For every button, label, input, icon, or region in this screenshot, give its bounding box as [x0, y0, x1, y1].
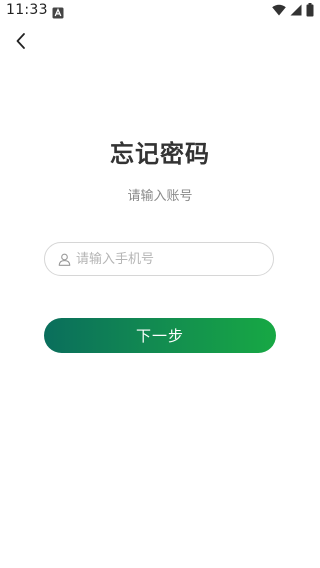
- chevron-left-icon: [14, 32, 28, 54]
- battery-icon: [306, 3, 314, 17]
- wifi-icon: [272, 4, 286, 16]
- page-title: 忘记密码: [110, 140, 210, 168]
- phone-field[interactable]: [44, 242, 274, 276]
- status-bar: 11:33: [0, 0, 320, 22]
- phone-input[interactable]: [76, 244, 259, 274]
- status-time: 11:33: [6, 2, 48, 18]
- notification-a-icon: [52, 4, 64, 19]
- back-button[interactable]: [8, 30, 34, 56]
- cellular-signal-icon: [290, 4, 302, 16]
- user-icon: [57, 252, 71, 266]
- page-subtitle: 请输入账号: [127, 189, 193, 204]
- next-button[interactable]: 下一步: [44, 318, 276, 353]
- forgot-password-screen: 11:33 忘记密码 请输入账号 请输入手机号 下一步: [0, 0, 320, 568]
- status-icons: [272, 3, 314, 17]
